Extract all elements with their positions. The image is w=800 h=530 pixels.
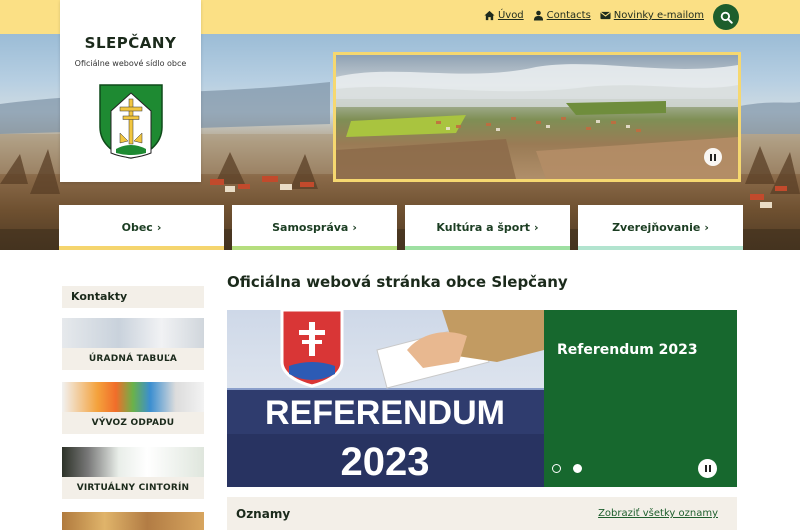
flowers-image xyxy=(62,447,204,477)
hero-photo xyxy=(333,52,741,182)
sidebar-tile-church[interactable] xyxy=(62,512,204,530)
nav-samosprava-label: Samospráva xyxy=(272,221,349,234)
chevron-right-icon: › xyxy=(534,221,539,234)
slider-pause-button[interactable] xyxy=(698,459,717,478)
top-links: Úvod Contacts Novinky e-mailom xyxy=(484,10,704,21)
notice-board-image xyxy=(62,318,204,348)
contacts-link[interactable]: Contacts xyxy=(533,10,591,21)
search-button[interactable] xyxy=(713,4,739,30)
envelope-icon xyxy=(600,11,611,20)
home-icon xyxy=(484,10,495,21)
nav-kultura-label: Kultúra a šport xyxy=(436,221,531,234)
announcements-header: Oznamy Zobraziť všetky oznamy xyxy=(227,497,737,530)
slide-image-referendum[interactable]: REFERENDUM 2023 xyxy=(227,310,544,487)
coat-of-arms-icon xyxy=(99,84,163,159)
waste-bins-image xyxy=(62,382,204,412)
sidebar-tile-virtualny-cintorin[interactable]: VIRTUÁLNY CINTORÍN xyxy=(62,447,204,499)
chevron-right-icon: › xyxy=(704,221,709,234)
sidebar-tile-uradna-tabula[interactable]: ÚRADNÁ TABUĽA xyxy=(62,318,204,370)
chevron-right-icon: › xyxy=(352,221,357,234)
all-announcements-link[interactable]: Zobraziť všetky oznamy xyxy=(598,508,718,519)
nav-kultura-a-sport[interactable]: Kultúra a šport › xyxy=(405,205,570,250)
sidebar-contacts-title[interactable]: Kontakty xyxy=(62,286,204,308)
home-link-label: Úvod xyxy=(497,10,524,21)
site-subtitle: Oficiálne webové sídlo obce xyxy=(74,59,187,68)
home-link[interactable]: Úvod xyxy=(484,10,524,21)
sidebar-tile-label: ÚRADNÁ TABUĽA xyxy=(62,348,204,370)
person-icon xyxy=(533,10,543,21)
main-nav: Obec › Samospráva › Kultúra a šport › Zvere… xyxy=(59,205,743,250)
announcements-title: Oznamy xyxy=(236,507,291,521)
slider-dot-2[interactable] xyxy=(573,464,582,473)
slide-image-line1: REFERENDUM xyxy=(265,394,505,432)
photo-pause-button[interactable] xyxy=(704,148,722,166)
newsletter-link-label: Novinky e-mailom xyxy=(613,10,704,21)
search-icon xyxy=(720,11,733,24)
nav-samosprava[interactable]: Samospráva › xyxy=(232,205,397,250)
aerial-village-photo xyxy=(336,64,738,179)
logo-card[interactable]: SLEPČANY Oficiálne webové sídlo obce xyxy=(60,0,201,182)
sidebar-tile-label: VIRTUÁLNY CINTORÍN xyxy=(62,477,204,499)
news-slider: REFERENDUM 2023 Referendum 2023 xyxy=(227,310,737,487)
slide-title[interactable]: Referendum 2023 xyxy=(557,342,698,358)
chevron-right-icon: › xyxy=(156,221,162,234)
nav-zverejnovanie[interactable]: Zverejňovanie › xyxy=(578,205,743,250)
slide-image-line2: 2023 xyxy=(341,440,430,484)
nav-obec-label: Obec xyxy=(121,221,153,234)
newsletter-link[interactable]: Novinky e-mailom xyxy=(600,10,704,21)
contacts-link-label: Contacts xyxy=(546,10,591,21)
nav-zverejnovanie-label: Zverejňovanie xyxy=(612,221,701,234)
referendum-illustration: REFERENDUM 2023 xyxy=(227,310,544,487)
church-interior-image xyxy=(62,512,204,530)
nav-obec[interactable]: Obec › xyxy=(59,205,224,250)
slider-dot-1[interactable] xyxy=(552,464,561,473)
slider-dots xyxy=(552,464,582,473)
slide-caption-panel: Referendum 2023 xyxy=(544,310,737,487)
sidebar-tile-label: VÝVOZ ODPADU xyxy=(62,412,204,434)
site-name: SLEPČANY xyxy=(84,34,177,52)
sidebar-tile-vyvoz-odpadu[interactable]: VÝVOZ ODPADU xyxy=(62,382,204,434)
page-title: Oficiálna webová stránka obce Slepčany xyxy=(227,273,568,291)
